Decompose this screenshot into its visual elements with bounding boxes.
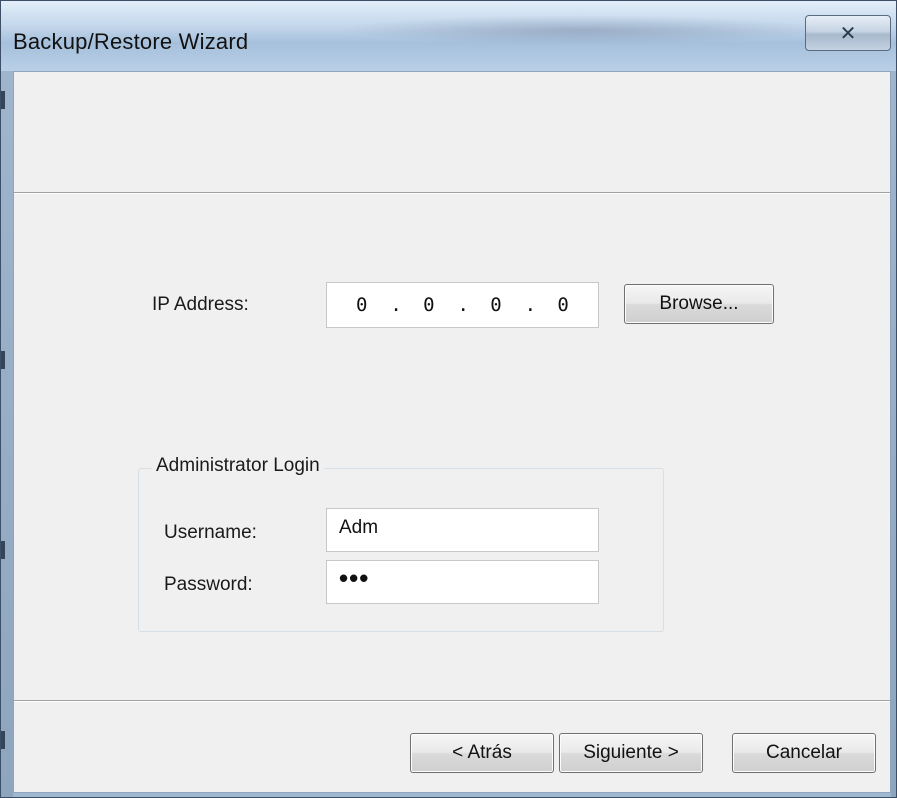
frame-mark [1, 541, 5, 559]
next-button[interactable]: Siguiente > [559, 733, 703, 773]
username-input[interactable]: Adm [326, 508, 599, 552]
frame-mark [1, 91, 5, 109]
username-label: Username: [164, 522, 257, 543]
window-frame-left [1, 71, 13, 797]
frame-mark [1, 351, 5, 369]
ip-dot: . [524, 294, 537, 316]
ip-dot: . [390, 294, 402, 316]
footer-separator [14, 700, 890, 702]
back-button[interactable]: < Atrás [410, 733, 554, 773]
close-icon: ✕ [839, 21, 857, 45]
frame-mark [1, 731, 5, 749]
wizard-header [14, 72, 890, 192]
wizard-window: Backup/Restore Wizard ✕ IP Address: 0 . … [0, 0, 897, 798]
ip-octet-4[interactable]: 0 [550, 294, 576, 316]
password-input[interactable]: ••• [326, 560, 599, 604]
browse-button[interactable]: Browse... [624, 284, 774, 324]
window-title: Backup/Restore Wizard [13, 29, 249, 54]
ip-address-label: IP Address: [152, 294, 249, 315]
wizard-client-area: IP Address: 0 . 0 . 0 . 0 Browse... Admi… [13, 71, 891, 793]
cancel-button[interactable]: Cancelar [732, 733, 876, 773]
title-bar[interactable]: Backup/Restore Wizard ✕ [1, 1, 896, 71]
password-label: Password: [164, 574, 253, 595]
administrator-login-legend: Administrator Login [152, 455, 324, 477]
window-frame-right [891, 71, 896, 797]
header-separator [14, 192, 890, 194]
ip-octet-2[interactable]: 0 [416, 294, 442, 316]
ip-address-input[interactable]: 0 . 0 . 0 . 0 [326, 282, 599, 328]
ip-octet-1[interactable]: 0 [349, 294, 375, 316]
ip-octet-3[interactable]: 0 [483, 294, 509, 316]
ip-dot: . [457, 294, 469, 316]
close-button[interactable]: ✕ [805, 15, 891, 51]
